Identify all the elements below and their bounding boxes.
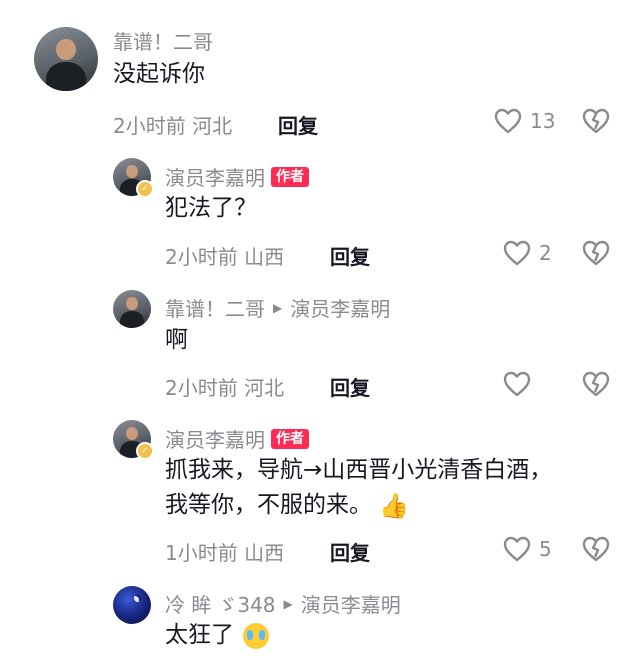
dislike-button[interactable] <box>582 371 610 397</box>
author-badge: 作者 <box>271 166 309 187</box>
reply-button[interactable]: 回复 <box>330 241 370 270</box>
avatar[interactable] <box>34 27 98 91</box>
heart-outline-icon <box>503 371 531 397</box>
dislike-button[interactable] <box>582 240 610 266</box>
comment-author[interactable]: 冷 眸 ゞ348 ▶ 演员李嘉明 <box>165 589 401 618</box>
comment-text-span: 我等你，不服的来。 <box>165 492 372 518</box>
reply-to-name[interactable]: 演员李嘉明 <box>290 293 390 322</box>
broken-heart-icon <box>582 371 610 397</box>
author-name[interactable]: 演员李嘉明 <box>165 424 265 453</box>
broken-heart-icon <box>582 240 610 266</box>
comment-meta: 2小时前 河北 <box>113 110 232 139</box>
comment-text: 啊 <box>165 327 188 353</box>
avatar[interactable] <box>113 290 151 328</box>
author-name[interactable]: 靠谱！二哥 <box>113 26 213 55</box>
reply-to-name[interactable]: 演员李嘉明 <box>301 589 401 618</box>
comment-time: 2小时前 <box>113 114 186 138</box>
verified-badge-icon: ✓ <box>136 442 154 460</box>
comment-text: 犯法了？ <box>165 195 257 221</box>
author-badge: 作者 <box>271 428 309 449</box>
like-count: 5 <box>539 537 552 561</box>
broken-heart-icon <box>582 108 610 134</box>
like-count: 2 <box>539 241 552 265</box>
dislike-button[interactable] <box>582 108 610 134</box>
crying-face-icon <box>243 622 270 649</box>
comment-text: 没起诉你 <box>113 61 205 87</box>
like-button[interactable]: 13 <box>494 108 555 134</box>
comment-author[interactable]: 演员李嘉明 作者 <box>165 162 309 191</box>
thumbs-up-icon: 👍 <box>379 491 410 520</box>
comment-meta: 1小时前 山西 <box>165 537 284 566</box>
comment-location: 山西 <box>244 245 285 269</box>
comment-location: 河北 <box>192 114 233 138</box>
like-button[interactable] <box>503 371 539 397</box>
author-suffix: ゞ348 <box>217 593 276 617</box>
heart-outline-icon <box>503 536 531 562</box>
comment-location: 河北 <box>244 376 285 400</box>
reply-button[interactable]: 回复 <box>278 110 318 139</box>
like-button[interactable]: 5 <box>503 536 552 562</box>
heart-outline-icon <box>494 108 522 134</box>
comment-author[interactable]: 靠谱！二哥 <box>113 26 213 55</box>
comment-time: 1小时前 <box>165 541 238 565</box>
reply-button[interactable]: 回复 <box>330 372 370 401</box>
author-name[interactable]: 靠谱！二哥 <box>165 293 265 322</box>
comment-meta: 2小时前 山西 <box>165 241 284 270</box>
comment-location: 山西 <box>244 541 285 565</box>
comment-author[interactable]: 靠谱！二哥 ▶ 演员李嘉明 <box>165 293 390 322</box>
triangle-right-icon: ▶ <box>273 300 283 315</box>
comment-time: 2小时前 <box>165 245 238 269</box>
like-button[interactable]: 2 <box>503 240 552 266</box>
comment-author[interactable]: 演员李嘉明 作者 <box>165 424 309 453</box>
author-name[interactable]: 冷 眸 <box>165 589 211 618</box>
triangle-right-icon: ▶ <box>283 596 293 611</box>
heart-outline-icon <box>503 240 531 266</box>
comment-meta: 2小时前 河北 <box>165 372 284 401</box>
comment-text-line: 太狂了 <box>165 617 270 653</box>
comment-text: 太狂了 <box>165 622 234 648</box>
avatar[interactable] <box>113 586 151 624</box>
verified-badge-icon: ✓ <box>136 180 154 198</box>
dislike-button[interactable] <box>582 536 610 562</box>
comment-text-line-1: 抓我来，导航→山西晋小光清香白酒， <box>165 457 553 483</box>
author-name[interactable]: 演员李嘉明 <box>165 162 265 191</box>
comment-time: 2小时前 <box>165 376 238 400</box>
broken-heart-icon <box>582 536 610 562</box>
reply-button[interactable]: 回复 <box>330 537 370 566</box>
like-count: 13 <box>530 109 556 133</box>
comment-text-line-2: 我等你，不服的来。 👍 <box>165 487 409 524</box>
